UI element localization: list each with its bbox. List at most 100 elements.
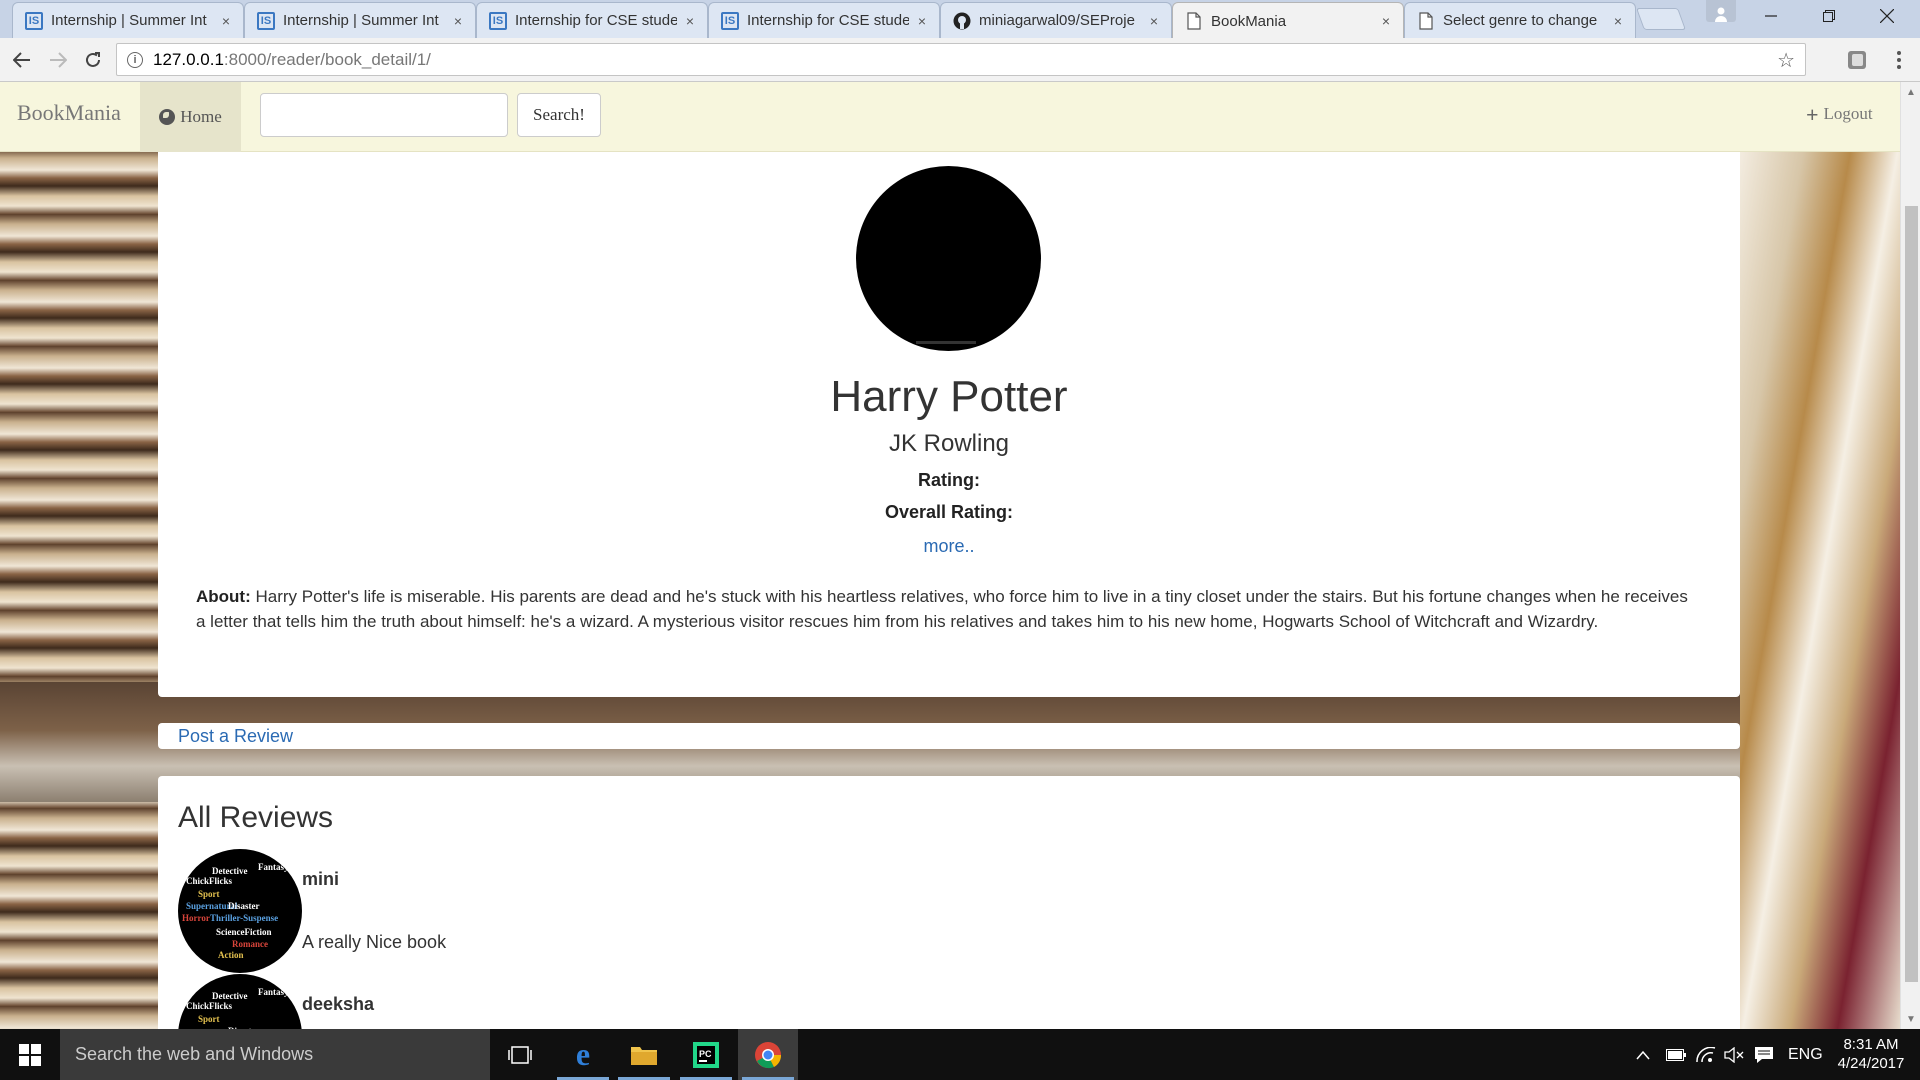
internshala-icon: IS <box>25 11 43 30</box>
scroll-thumb[interactable] <box>1905 206 1918 982</box>
svg-text:PC: PC <box>699 1049 712 1059</box>
page-icon <box>1417 11 1435 30</box>
tab-internship-2[interactable]: IS Internship | Summer Int × <box>244 2 476 38</box>
search-button[interactable]: Search! <box>517 93 601 137</box>
windows-start-button[interactable] <box>0 1029 60 1080</box>
user-avatar: Detective Fantasy ChickFlicks Sport Supe… <box>178 849 302 973</box>
review-text: A really Nice book <box>302 932 447 952</box>
close-icon[interactable]: × <box>683 13 697 29</box>
page-icon <box>1185 12 1203 30</box>
review-username: mini <box>302 869 340 889</box>
taskbar-clock[interactable]: 8:31 AM 4/24/2017 <box>1828 1035 1914 1073</box>
post-review-bar: Post a Review <box>158 723 1740 749</box>
pycharm-icon[interactable]: PC <box>676 1029 736 1080</box>
close-icon[interactable]: × <box>915 13 929 29</box>
about-label: About: <box>196 587 251 606</box>
internshala-icon: IS <box>257 11 275 30</box>
wifi-icon[interactable] <box>1696 1029 1716 1080</box>
menu-dots-icon[interactable] <box>1885 46 1913 74</box>
book-detail-panel: Harry Potter JK Rowling Rating: Overall … <box>158 152 1740 697</box>
page-scrollbar[interactable]: ▲ ▼ <box>1900 82 1920 1029</box>
action-center-icon[interactable] <box>1754 1029 1774 1080</box>
book-about: About: Harry Potter's life is miserable.… <box>196 584 1696 634</box>
tab-title: Internship | Summer Int <box>283 12 439 29</box>
review-item: Detective Fantasy ChickFlicks Sport Disa… <box>178 974 778 1029</box>
close-icon[interactable]: × <box>1379 13 1393 29</box>
bookmark-star-icon[interactable]: ☆ <box>1777 48 1795 73</box>
brand-logo[interactable]: BookMania <box>17 100 121 126</box>
nav-home-label: Home <box>180 107 222 126</box>
reviews-panel: All Reviews Detective Fantasy ChickFlick… <box>158 776 1740 1029</box>
rating-label: Rating: <box>918 470 980 490</box>
site-navbar: BookMania Home Search! + Logout <box>0 82 1900 152</box>
close-icon[interactable]: × <box>1611 13 1625 29</box>
taskbar-search-box[interactable]: Search the web and Windows <box>60 1029 490 1080</box>
browser-tab-strip: IS Internship | Summer Int × IS Internsh… <box>0 0 1920 39</box>
reload-icon[interactable] <box>79 46 107 74</box>
tab-title: Internship | Summer Int <box>51 12 207 29</box>
language-indicator[interactable]: ENG <box>1788 1029 1823 1080</box>
about-text: Harry Potter's life is miserable. His pa… <box>196 587 1688 631</box>
show-hidden-icons[interactable] <box>1636 1029 1650 1080</box>
close-icon[interactable]: × <box>219 13 233 29</box>
windows-logo-icon <box>19 1043 41 1066</box>
tab-internship-cse-1[interactable]: IS Internship for CSE stude × <box>476 2 708 38</box>
review-username: deeksha <box>302 994 375 1014</box>
reviews-heading: All Reviews <box>178 801 334 834</box>
battery-icon[interactable] <box>1666 1029 1686 1080</box>
nav-home-link[interactable]: Home <box>140 82 241 152</box>
new-tab-button[interactable] <box>1635 8 1687 30</box>
tab-title: Internship for CSE stude <box>515 12 677 29</box>
clock-date: 4/24/2017 <box>1837 1055 1905 1072</box>
forward-arrow-icon[interactable] <box>44 46 72 74</box>
close-icon[interactable]: × <box>451 13 465 29</box>
info-icon[interactable]: i <box>127 51 143 68</box>
windows-taskbar: Search the web and Windows e PC ENG 8:31… <box>0 1029 1920 1080</box>
tab-title: BookMania <box>1211 12 1287 30</box>
browser-toolbar: i 127.0.0.1:8000/reader/book_detail/1/ ☆ <box>0 38 1920 82</box>
file-explorer-icon[interactable] <box>614 1029 674 1080</box>
plus-icon: + <box>1806 101 1819 127</box>
overall-rating-label: Overall Rating: <box>884 502 1014 522</box>
tab-github[interactable]: miniagarwal09/SEProje × <box>940 2 1172 38</box>
review-item: Detective Fantasy ChickFlicks Sport Supe… <box>178 849 778 973</box>
back-arrow-icon[interactable] <box>8 46 36 74</box>
book-title: Harry Potter <box>830 372 1068 421</box>
user-avatar: Detective Fantasy ChickFlicks Sport Disa… <box>178 974 302 1029</box>
internshala-icon: IS <box>489 11 507 30</box>
volume-muted-icon[interactable] <box>1724 1029 1744 1080</box>
tab-internship-cse-2[interactable]: IS Internship for CSE stude × <box>708 2 940 38</box>
logout-link[interactable]: + Logout <box>1806 101 1873 127</box>
logout-label: Logout <box>1823 104 1873 123</box>
restore-icon[interactable] <box>1800 0 1858 32</box>
profile-icon[interactable] <box>1706 0 1736 22</box>
url-host: 127.0.0.1 <box>153 49 224 69</box>
page-viewport: BookMania Home Search! + Logout Harry Po… <box>0 82 1920 1029</box>
internshala-icon: IS <box>721 11 739 30</box>
book-author: JK Rowling <box>888 430 1010 457</box>
tab-internship-1[interactable]: IS Internship | Summer Int × <box>12 2 244 38</box>
close-window-icon[interactable] <box>1858 0 1916 32</box>
scroll-up-icon[interactable]: ▲ <box>1901 82 1920 102</box>
tab-title: Internship for CSE stude <box>747 12 909 29</box>
address-bar[interactable]: i 127.0.0.1:8000/reader/book_detail/1/ ☆ <box>116 43 1806 76</box>
tab-title: miniagarwal09/SEProje <box>979 12 1135 29</box>
task-view-icon[interactable] <box>490 1029 550 1080</box>
globe-icon <box>159 109 176 125</box>
clock-time: 8:31 AM <box>1843 1036 1899 1053</box>
tab-select-genre[interactable]: Select genre to change × <box>1404 2 1636 38</box>
post-review-link[interactable]: Post a Review <box>178 726 293 747</box>
extension-icon[interactable] <box>1843 46 1871 74</box>
minimize-icon[interactable] <box>1742 0 1800 32</box>
url-path: :8000/reader/book_detail/1/ <box>223 49 431 69</box>
scroll-down-icon[interactable]: ▼ <box>1901 1009 1920 1029</box>
edge-browser-icon[interactable]: e <box>553 1029 613 1080</box>
close-icon[interactable]: × <box>1147 13 1161 29</box>
book-cover-image <box>856 166 1041 351</box>
search-input[interactable] <box>260 93 508 137</box>
more-link[interactable]: more.. <box>923 536 974 556</box>
tab-title: Select genre to change <box>1443 12 1598 29</box>
chrome-icon[interactable] <box>738 1029 798 1080</box>
tab-bookmania[interactable]: BookMania × <box>1172 2 1404 39</box>
background-books <box>1740 152 1900 1029</box>
